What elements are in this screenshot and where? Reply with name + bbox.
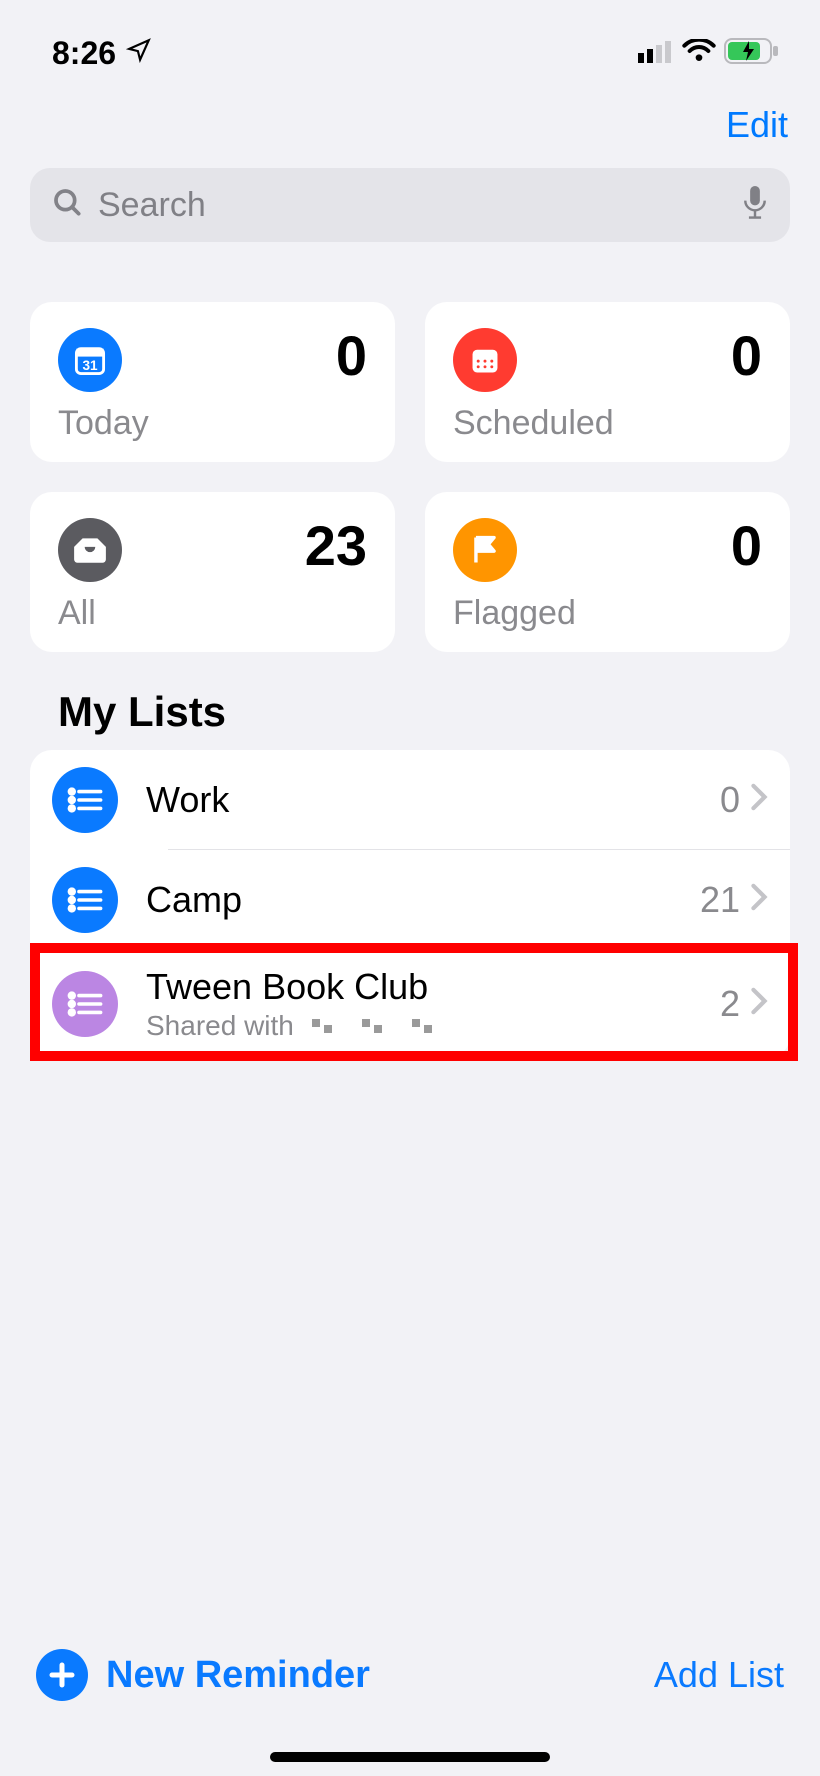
dictate-icon[interactable] [742, 186, 768, 225]
chevron-right-icon [750, 881, 768, 920]
list-count: 21 [700, 879, 740, 921]
search-icon [52, 187, 84, 224]
smartlist-flagged[interactable]: 0 Flagged [425, 492, 790, 652]
edit-button[interactable]: Edit [726, 104, 788, 146]
redacted-avatar [358, 1015, 394, 1037]
add-list-button[interactable]: Add List [654, 1654, 784, 1696]
location-icon [126, 37, 152, 70]
list-bullet-icon [52, 767, 118, 833]
chevron-right-icon [750, 781, 768, 820]
list-shared-with: Shared with [146, 1010, 720, 1042]
new-reminder-label: New Reminder [106, 1654, 370, 1697]
flagged-count: 0 [731, 518, 762, 574]
new-reminder-button[interactable]: New Reminder [36, 1649, 370, 1701]
today-count: 0 [336, 328, 367, 384]
flagged-icon [453, 518, 517, 582]
flagged-label: Flagged [453, 594, 762, 633]
scheduled-label: Scheduled [453, 404, 762, 443]
smartlist-today[interactable]: 31 0 Today [30, 302, 395, 462]
search-bar[interactable] [30, 168, 790, 242]
svg-text:31: 31 [82, 358, 98, 373]
list-count: 2 [720, 983, 740, 1025]
all-count: 23 [305, 518, 367, 574]
today-icon: 31 [58, 328, 122, 392]
list-bullet-icon [52, 971, 118, 1037]
plus-circle-icon [36, 1649, 88, 1701]
search-input[interactable] [98, 186, 728, 225]
list-row-camp[interactable]: Camp 21 [30, 850, 790, 950]
chevron-right-icon [750, 985, 768, 1024]
list-name: Work [146, 779, 720, 821]
scheduled-count: 0 [731, 328, 762, 384]
list-count: 0 [720, 779, 740, 821]
wifi-icon [682, 39, 716, 68]
smartlist-scheduled[interactable]: 0 Scheduled [425, 302, 790, 462]
list-bullet-icon [52, 867, 118, 933]
redacted-avatar [308, 1015, 344, 1037]
smartlist-all[interactable]: 23 All [30, 492, 395, 652]
list-row-tween-book-club[interactable]: Tween Book Club Shared with 2 [30, 950, 790, 1058]
list-name: Tween Book Club [146, 966, 720, 1008]
section-title-mylists: My Lists [0, 652, 820, 750]
all-label: All [58, 594, 367, 633]
scheduled-icon [453, 328, 517, 392]
redacted-avatar [408, 1015, 444, 1037]
my-lists: Work 0 Camp 21 [30, 750, 790, 1058]
home-indicator[interactable] [270, 1752, 550, 1762]
all-icon [58, 518, 122, 582]
status-time: 8:26 [52, 35, 116, 72]
list-row-work[interactable]: Work 0 [30, 750, 790, 850]
cellular-icon [638, 39, 674, 68]
today-label: Today [58, 404, 367, 443]
list-name: Camp [146, 879, 700, 921]
status-bar: 8:26 [0, 0, 820, 80]
battery-icon [724, 38, 780, 69]
